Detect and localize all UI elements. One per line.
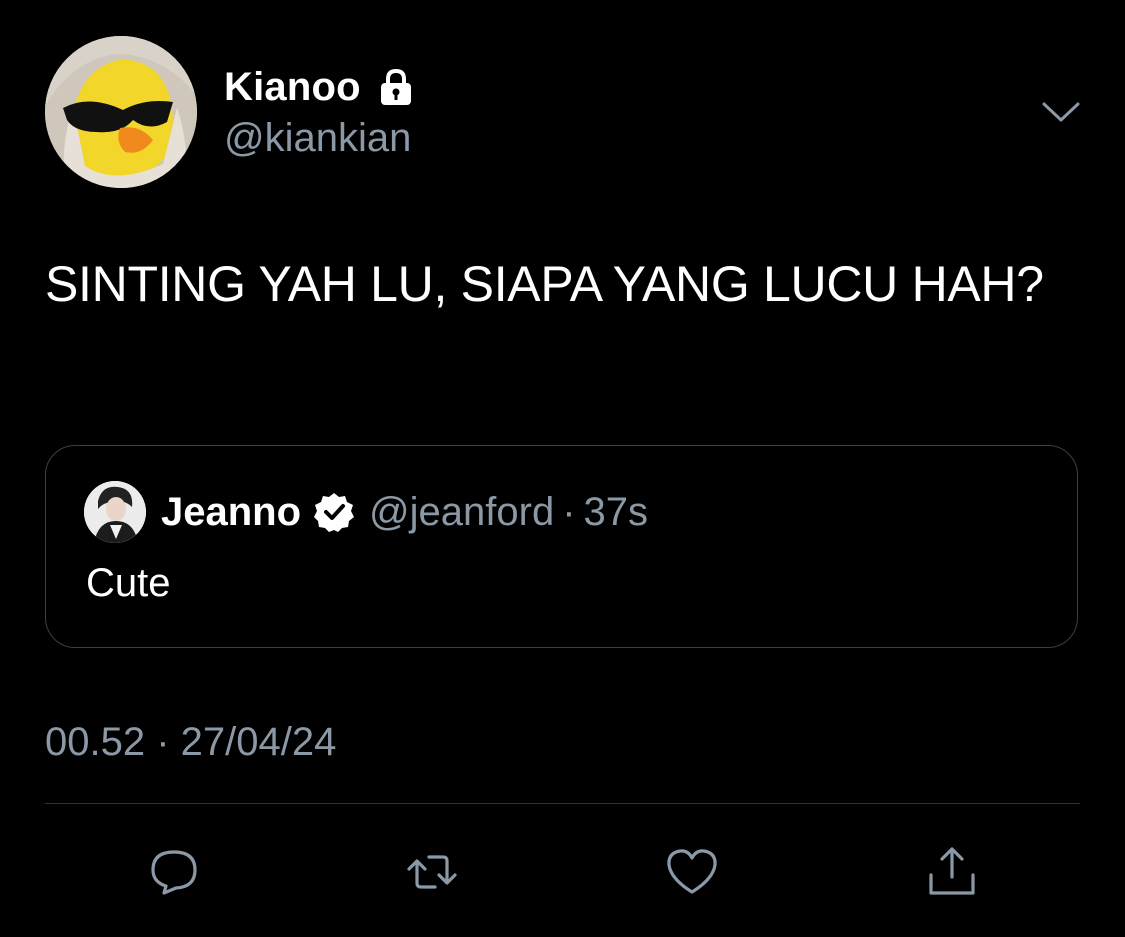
- verified-badge-icon: [313, 491, 355, 533]
- author-avatar[interactable]: [45, 36, 197, 188]
- share-button[interactable]: [920, 840, 984, 904]
- author-handle[interactable]: @kiankian: [224, 116, 411, 161]
- retweet-icon: [407, 855, 457, 889]
- reply-bubble-icon: [151, 850, 197, 895]
- quoted-tweet-card[interactable]: Jeanno @jeanford · 37s Cute: [45, 445, 1078, 648]
- lock-icon: [375, 66, 417, 108]
- quoted-display-name[interactable]: Jeanno: [161, 490, 301, 535]
- quoted-time: 37s: [583, 489, 649, 534]
- quoted-author-avatar[interactable]: [84, 481, 146, 543]
- like-button[interactable]: [660, 840, 724, 904]
- tweet: Kianoo @kiankian SINTING YAH LU, SIAPA Y…: [0, 0, 1125, 937]
- author-display-name[interactable]: Kianoo: [224, 65, 361, 110]
- author-name-row: Kianoo: [224, 62, 417, 112]
- quoted-avatar-image: [84, 481, 146, 543]
- share-icon: [929, 847, 975, 895]
- duck-avatar-image: [45, 36, 197, 188]
- quoted-tweet-text: Cute: [86, 561, 171, 605]
- heart-icon: [667, 849, 717, 894]
- chevron-down-icon[interactable]: [1040, 96, 1082, 126]
- divider: [45, 803, 1080, 804]
- tweet-text: SINTING YAH LU, SIAPA YANG LUCU HAH?: [45, 256, 1044, 312]
- quoted-separator: ·: [562, 489, 576, 534]
- quoted-handle[interactable]: @jeanford: [369, 490, 554, 535]
- reply-button[interactable]: [142, 840, 206, 904]
- quoted-tweet-header: Jeanno @jeanford · 37s: [161, 486, 648, 538]
- retweet-button[interactable]: [400, 840, 464, 904]
- tweet-timestamp[interactable]: 00.52 · 27/04/24: [45, 720, 336, 765]
